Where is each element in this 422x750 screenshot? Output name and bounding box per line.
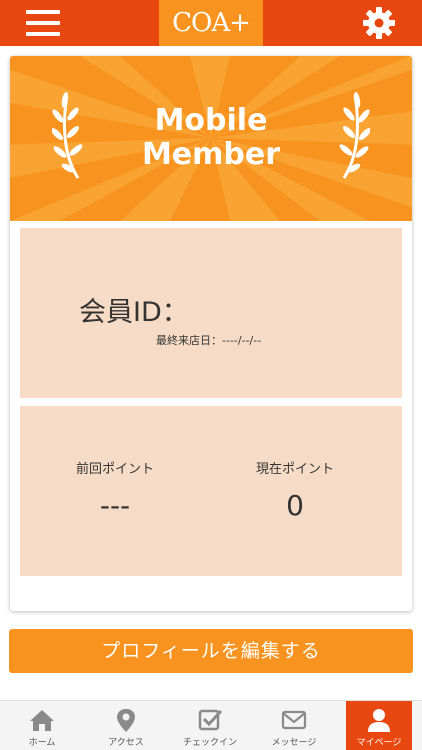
- tab-checkin[interactable]: チェックイン: [168, 701, 252, 750]
- current-points-label: 現在ポイント: [255, 462, 334, 477]
- laurel-icon: [339, 92, 370, 179]
- mobile-member-banner: Mobile Member: [10, 56, 412, 221]
- envelope-icon: [281, 710, 307, 730]
- tab-access[interactable]: アクセス: [84, 701, 168, 750]
- points-panel: 前回ポイント --- 現在ポイント 0: [20, 406, 402, 576]
- tab-home-label: ホーム: [28, 738, 56, 748]
- tab-message[interactable]: メッセージ: [252, 701, 336, 750]
- tab-checkin-label: チェックイン: [182, 738, 237, 748]
- gear-icon[interactable]: [361, 5, 397, 41]
- tab-mypage-label: マイページ: [356, 738, 402, 748]
- current-points-value: 0: [286, 489, 304, 522]
- tab-message-label: メッセージ: [271, 738, 317, 748]
- tab-mypage[interactable]: マイページ: [346, 701, 412, 750]
- hamburger-menu-icon[interactable]: [26, 9, 60, 37]
- member-card: Mobile Member 会員ID： 最終来店日：----/--/-- 前回ポ…: [10, 56, 412, 611]
- bottom-tab-bar: ホーム アクセス チェックイン メッセージ マイページ: [0, 700, 422, 750]
- tab-home[interactable]: ホーム: [0, 701, 84, 750]
- member-id-label: 会員ID：: [79, 297, 189, 328]
- map-pin-icon: [117, 709, 135, 732]
- previous-points-label: 前回ポイント: [75, 462, 154, 477]
- last-visit-date: 最終来店日：----/--/--: [156, 334, 262, 347]
- app-header: COA+: [0, 0, 422, 46]
- previous-points: 前回ポイント ---: [20, 458, 210, 522]
- edit-profile-button[interactable]: プロフィールを編集する: [9, 629, 413, 673]
- tab-access-label: アクセス: [108, 738, 144, 748]
- member-id-panel: 会員ID： 最終来店日：----/--/--: [20, 228, 402, 398]
- current-points: 現在ポイント 0: [200, 458, 390, 522]
- app-logo: COA+: [159, 0, 263, 46]
- user-icon: [368, 709, 390, 732]
- home-icon: [30, 710, 54, 731]
- checkin-icon: [198, 709, 223, 731]
- previous-points-value: ---: [99, 489, 131, 522]
